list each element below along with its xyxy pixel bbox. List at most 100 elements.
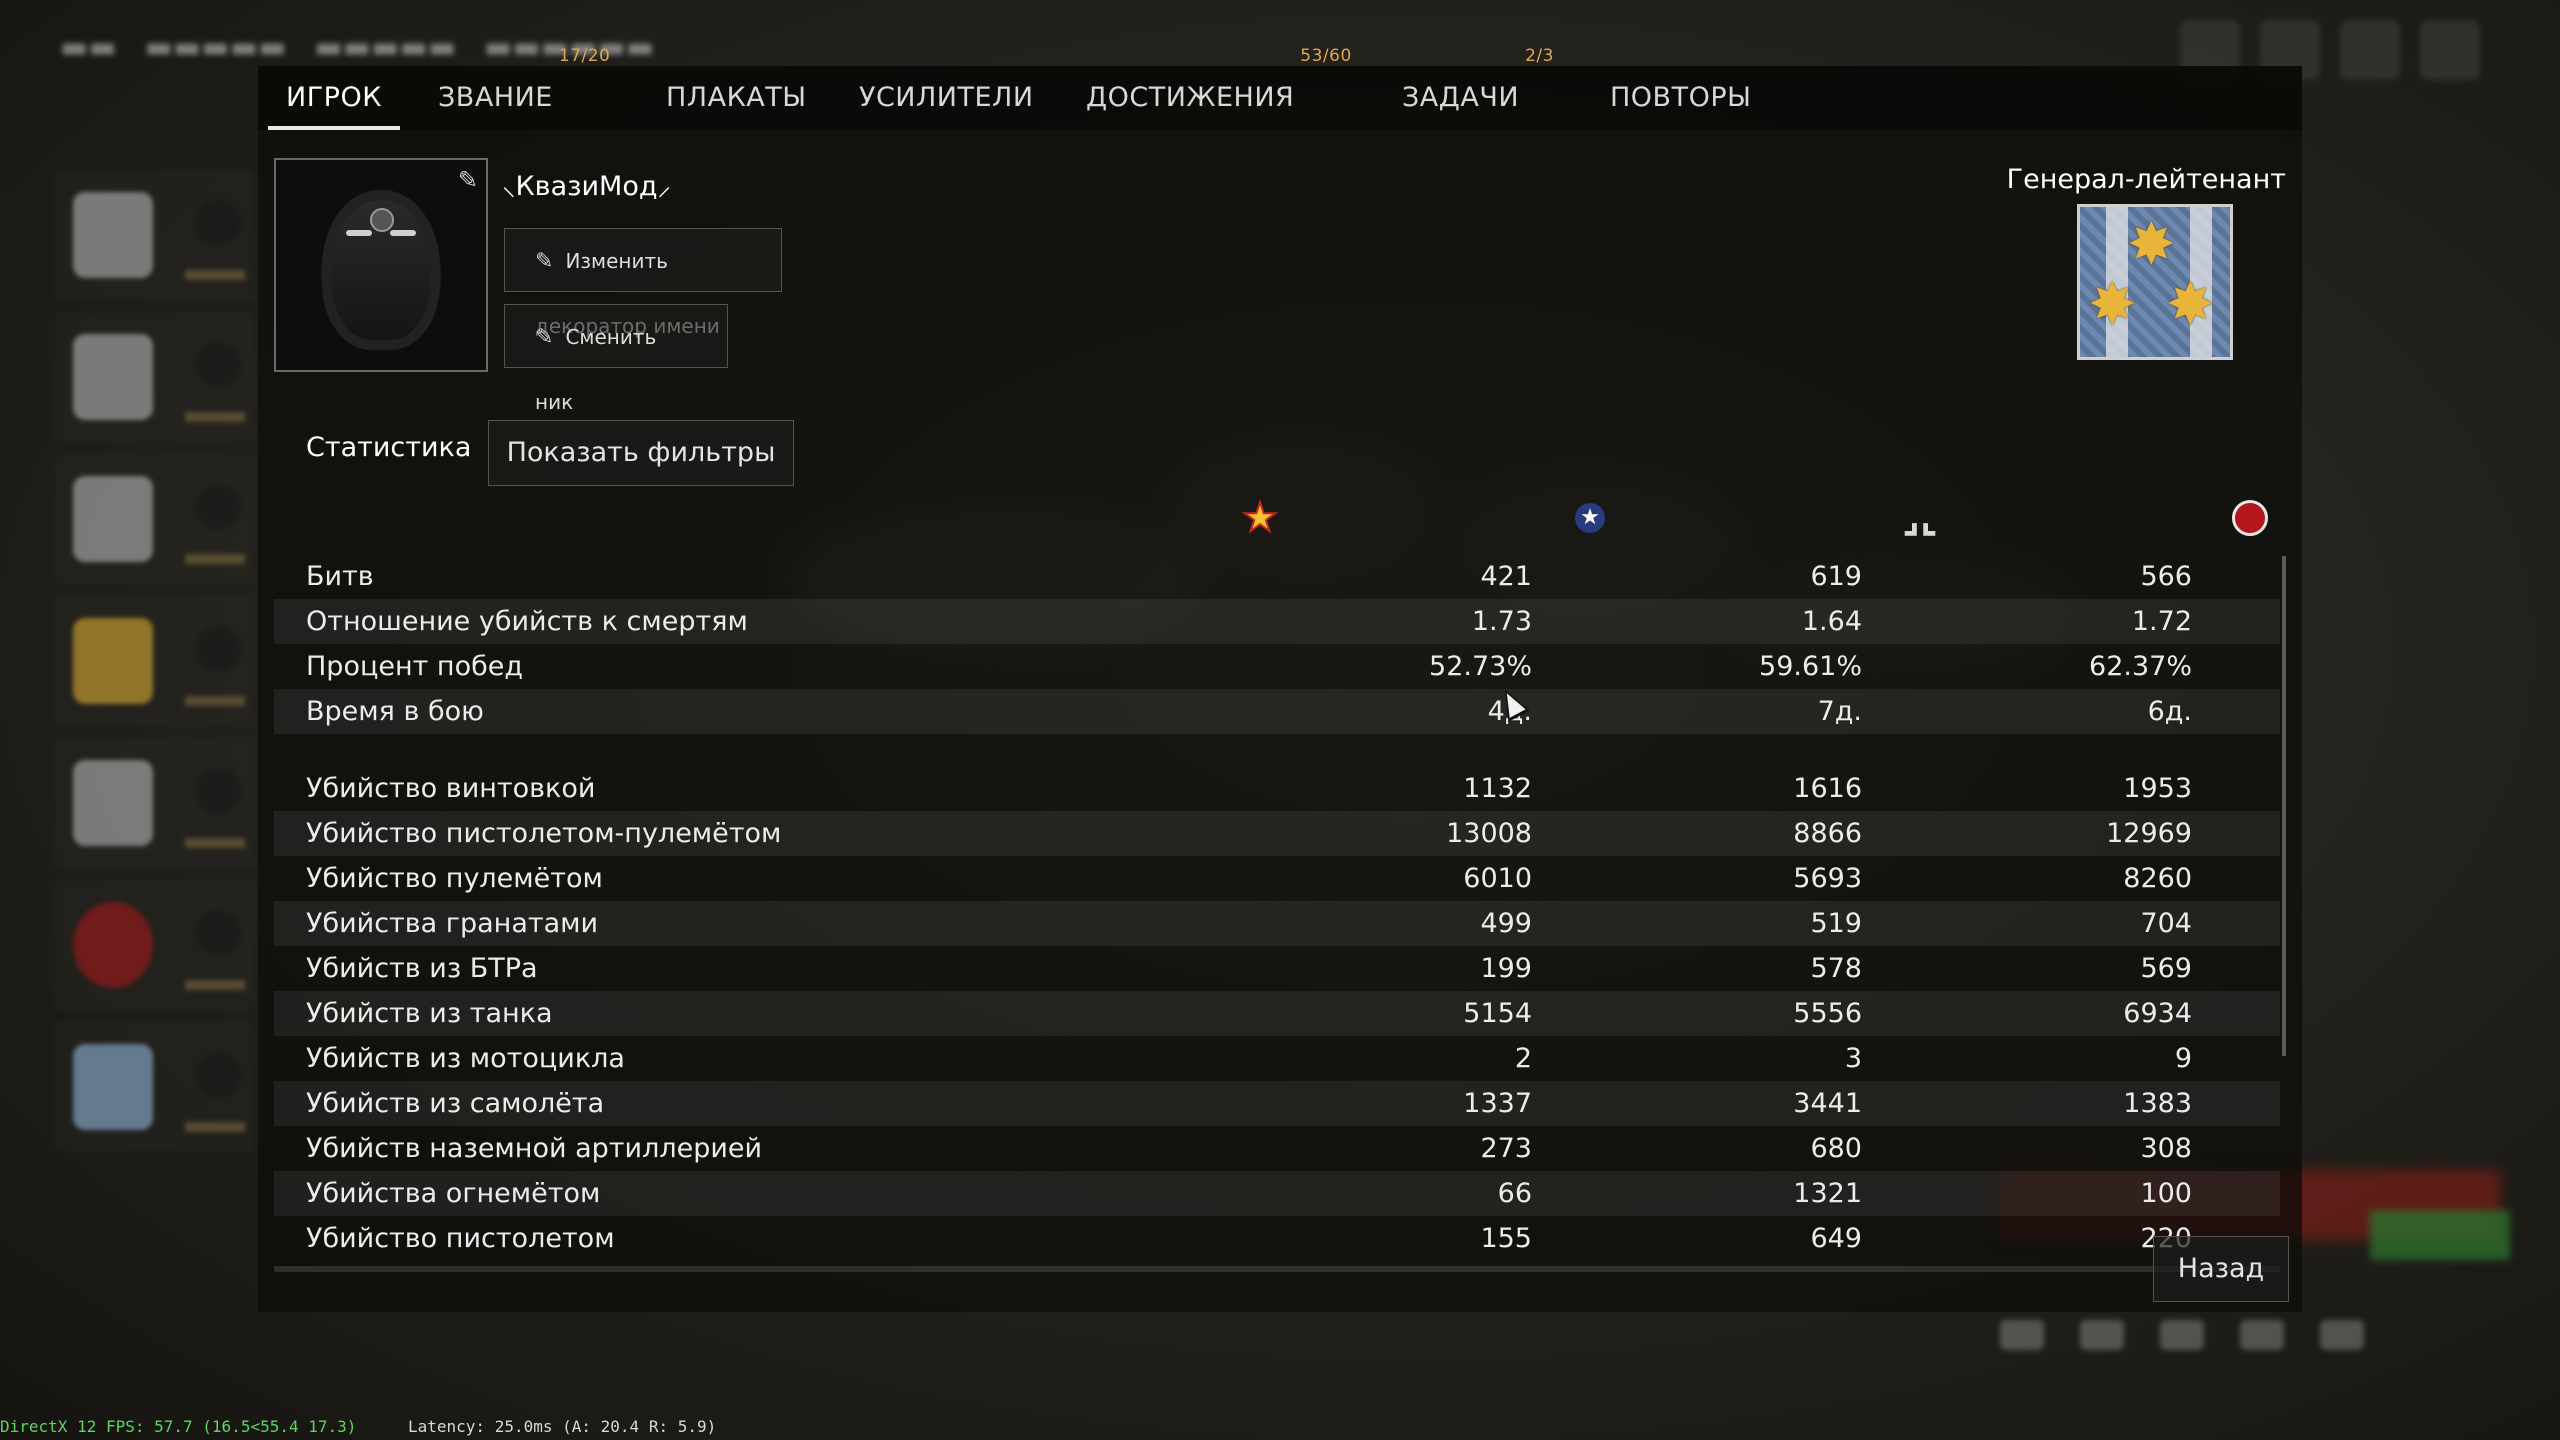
stat-label: Убийство пистолетом (306, 1223, 615, 1254)
stat-label: Убийств из танка (306, 998, 553, 1029)
pencil-icon: ✎ (535, 249, 554, 274)
change-nickname-button[interactable]: ✎ Сменить ник (504, 304, 728, 414)
stat-value: 62.37% (2089, 651, 2192, 682)
table-row: Убийство пистолетом155649220152 (274, 1216, 2280, 1261)
table-row: Убийств из танка5154555669345152 (274, 991, 2280, 1036)
tab-achievements[interactable]: ДОСТИЖЕНИЯ 53/60 (1086, 48, 1351, 130)
tab-achievements-badge: 53/60 (1300, 46, 1352, 66)
table-row: Убийства гранатами499519704490 (274, 901, 2280, 946)
stat-value: 5154 (1463, 998, 1532, 1029)
stat-value: 619 (1810, 561, 1862, 592)
stat-value: 704 (2140, 908, 2192, 939)
background-green-button (2370, 1210, 2510, 1260)
stats-scrollbar[interactable] (2282, 556, 2286, 1056)
blue-star-icon: ★ (1570, 498, 1610, 538)
stat-value: 3441 (1793, 1088, 1862, 1119)
stat-value: 1.72 (2131, 606, 2192, 637)
stat-value: 7д. (1817, 696, 1862, 727)
stat-label: Отношение убийств к смертям (306, 606, 748, 637)
stat-value: 6934 (2123, 998, 2192, 1029)
stat-value: 155 (1480, 1223, 1532, 1254)
red-circle-icon (2230, 498, 2270, 538)
tab-boosters[interactable]: УСИЛИТЕЛИ (859, 66, 1034, 130)
stat-value: 13008 (1446, 818, 1532, 849)
fps-counter: DirectX 12 FPS: 57.7 (16.5<55.4 17.3) (0, 1417, 357, 1436)
player-nickname: ⸜КвазиМод⸝ (502, 171, 672, 202)
tab-posters[interactable]: ПЛАКАТЫ (666, 66, 807, 130)
table-row: Убийств наземной артиллерией273680308402 (274, 1126, 2280, 1171)
stat-label: Процент побед (306, 651, 524, 682)
stat-value: 3 (1844, 1043, 1862, 1074)
table-row: Убийство винтовкой1132161619533526 (274, 766, 2280, 811)
stat-label: Убийства огнемётом (306, 1178, 601, 1209)
table-bottom-edge (274, 1266, 2280, 1272)
tab-rank-badge: 17/20 (558, 46, 611, 66)
edit-avatar-icon[interactable]: ✎ (458, 166, 478, 194)
stat-value: 1383 (2123, 1088, 2192, 1119)
stat-label: Битв (306, 561, 374, 592)
background-squad-list (55, 170, 255, 1300)
tab-player[interactable]: ИГРОК (268, 66, 400, 130)
stat-value: 5693 (1793, 863, 1862, 894)
stat-value: 1132 (1463, 773, 1532, 804)
stat-value: 6010 (1463, 863, 1532, 894)
tab-replays[interactable]: ПОВТОРЫ (1610, 66, 1751, 130)
rank-title: Генерал-лейтенант (2006, 164, 2286, 195)
stats-table: Битв421619566596Отношение убийств к смер… (274, 554, 2280, 1272)
table-row: Убийств из мотоцикла23936 (274, 1036, 2280, 1081)
stat-label: Убийство пистолетом-пулемётом (306, 818, 782, 849)
tab-tasks-badge: 2/3 (1525, 46, 1554, 66)
table-row: Отношение убийств к смертям1.731.641.721… (274, 599, 2280, 644)
stat-value: 1321 (1793, 1178, 1862, 1209)
player-profile-dialog: ИГРОК ЗВАНИЕ 17/20 ПЛАКАТЫ УСИЛИТЕЛИ ДОСТ… (258, 48, 2302, 1312)
stat-value: 8866 (1793, 818, 1862, 849)
tab-bar: ИГРОК ЗВАНИЕ 17/20 ПЛАКАТЫ УСИЛИТЕЛИ ДОСТ… (258, 48, 2302, 130)
tab-tasks[interactable]: ЗАДАЧИ 2/3 (1402, 48, 1553, 130)
stat-value: 273 (1480, 1133, 1532, 1164)
tab-rank[interactable]: ЗВАНИЕ 17/20 (438, 48, 610, 130)
stat-label: Убийств из БТРа (306, 953, 538, 984)
stat-value: 100 (2140, 1178, 2192, 1209)
stat-value: 59.61% (1759, 651, 1862, 682)
back-button[interactable]: Назад (2153, 1236, 2289, 1302)
table-row: Убийств из БТРа199578569174 (274, 946, 2280, 991)
pencil-icon: ✎ (535, 325, 554, 350)
stat-value: 569 (2140, 953, 2192, 984)
stat-value: 1.64 (1801, 606, 1862, 637)
change-name-decorator-button[interactable]: ✎Изменить декоратор имени (504, 228, 782, 338)
rank-insignia-icon[interactable]: ✸ ✸ ✸ (2077, 204, 2233, 360)
stat-value: 12969 (2106, 818, 2192, 849)
show-filters-button[interactable]: Показать фильтры (488, 420, 794, 486)
table-row: Процент побед52.73%59.61%62.37%80.03% (274, 644, 2280, 689)
stat-value: 1.73 (1471, 606, 1532, 637)
table-row: Убийств из самолёта1337344113831512 (274, 1081, 2280, 1126)
stat-label: Время в бою (306, 696, 484, 727)
stat-value: 9 (2174, 1043, 2192, 1074)
stat-value: 566 (2140, 561, 2192, 592)
red-star-icon: ★ (1241, 495, 1279, 541)
table-row: Убийства огнемётом661321100161 (274, 1171, 2280, 1216)
stat-value: 8260 (2123, 863, 2192, 894)
stat-value: 1337 (1463, 1088, 1532, 1119)
stat-value: 680 (1810, 1133, 1862, 1164)
cross-arrows-icon: ⌟⌞ (1902, 496, 1938, 540)
stat-label: Убийств наземной артиллерией (306, 1133, 763, 1164)
stat-value: 499 (1480, 908, 1532, 939)
stat-value: 1616 (1793, 773, 1862, 804)
stat-value: 421 (1480, 561, 1532, 592)
stat-label: Убийство пулемётом (306, 863, 603, 894)
table-row: Убийство пулемётом6010569382604496 (274, 856, 2280, 901)
statistics-label: Статистика (306, 432, 472, 463)
stat-value: 6д. (2147, 696, 2192, 727)
stat-value: 1953 (2123, 773, 2192, 804)
stat-value: 52.73% (1429, 651, 1532, 682)
stat-value: 2 (1514, 1043, 1532, 1074)
stat-label: Убийство винтовкой (306, 773, 596, 804)
latency-readout: Latency: 25.0ms (A: 20.4 R: 5.9) (408, 1417, 717, 1436)
player-avatar[interactable]: ✎ (274, 158, 488, 372)
table-row: Убийство пистолетом-пулемётом 13008 8866 12… (274, 811, 2280, 856)
background-bottom-icons (2000, 1320, 2400, 1354)
stat-value: 308 (2140, 1133, 2192, 1164)
table-row: Время в бою4д.7д.6д.6д. (274, 689, 2280, 734)
stat-label: Убийств из самолёта (306, 1088, 605, 1119)
